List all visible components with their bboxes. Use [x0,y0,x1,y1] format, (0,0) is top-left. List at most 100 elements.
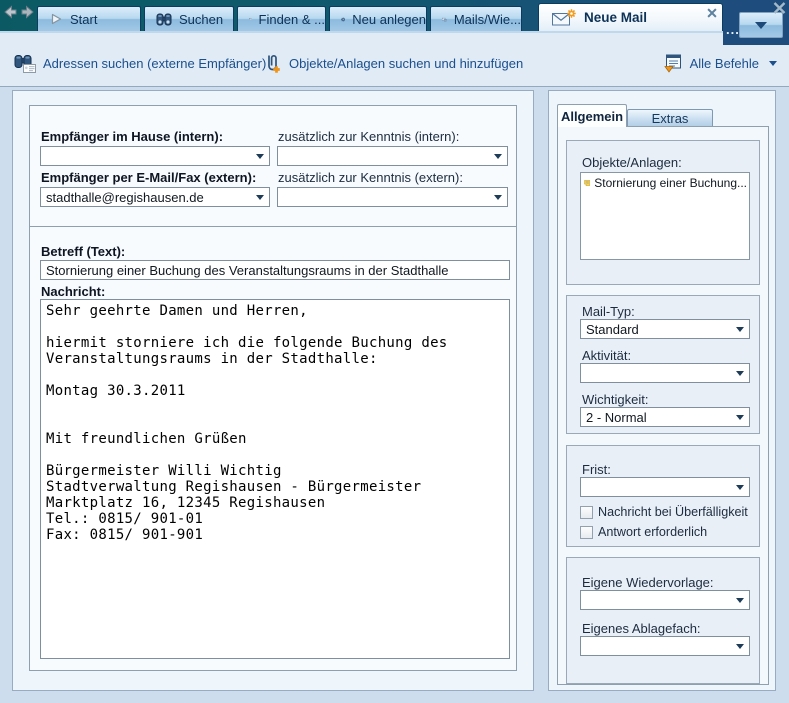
overdue-checkbox-row[interactable]: Nachricht bei Überfälligkeit [580,505,748,519]
recipient-external-value: stadthalle@regishausen.de [46,190,204,205]
mail-type-label: Mail-Typ: [582,304,635,319]
tab-suchen[interactable]: Suchen [144,6,234,31]
own-followup-select[interactable] [580,590,750,610]
close-window-icon[interactable] [773,2,786,14]
binoculars-icon [156,12,172,27]
mail-form-panel: Empfänger im Hause (intern): zusätzlich … [12,90,534,691]
binoculars-card-icon [14,54,36,73]
attachment-item[interactable]: Stornierung einer Buchung... [581,173,749,190]
paperclip-plus-icon [263,53,282,74]
mail-type-select[interactable]: Standard [580,319,750,339]
recipient-internal-label: Empfänger im Hause (intern): [41,129,223,144]
deadline-label: Frist: [582,462,611,477]
cc-internal-select[interactable] [277,146,508,166]
tab-label: Suchen [179,12,223,27]
properties-tab-content: Objekte/Anlagen: Stornierung einer Buchu… [557,126,769,685]
tab-finden[interactable]: Finden & ... [237,6,326,31]
tab-label: Extras [652,111,689,126]
application-window: Start Suchen Finden & ... [0,0,789,703]
message-label: Nachricht: [41,284,105,299]
tab-label: Mails/Wie... [454,12,521,27]
own-followup-label: Eigene Wiedervorlage: [582,575,714,590]
attachments-group: Objekte/Anlagen: Stornierung einer Buchu… [566,140,760,285]
overdue-checkbox-label: Nachricht bei Überfälligkeit [598,505,748,519]
cc-internal-label: zusätzlich zur Kenntnis (intern): [278,129,459,144]
importance-select[interactable]: 2 - Normal [580,407,750,427]
chevron-down-icon [736,415,744,420]
deadline-group: Frist: Nachricht bei Überfälligkeit Antw… [566,445,760,547]
chevron-down-icon [736,598,744,603]
recipient-external-select[interactable]: stadthalle@regishausen.de [40,187,270,207]
reply-required-checkbox-label: Antwort erforderlich [598,525,707,539]
chevron-down-icon [494,154,502,159]
mail-type-group: Mail-Typ: Standard Aktivität: Wichtigkei… [566,295,760,434]
tab-neue-mail-active[interactable]: Neue Mail [538,3,723,31]
tab-label: Start [70,12,97,27]
address-search-button[interactable]: Adressen suchen (externe Empfänger) [14,50,266,76]
tab-allgemein[interactable]: Allgemein [557,104,627,127]
chevron-down-icon [494,195,502,200]
reply-required-checkbox[interactable] [580,526,593,539]
overdue-checkbox[interactable] [580,506,593,519]
tab-label: Neu anlegen [352,12,426,27]
chevron-down-icon [736,327,744,332]
mail-star-icon [552,9,576,26]
subject-label: Betreff (Text): [41,244,125,259]
subject-input[interactable] [40,260,510,280]
recipient-external-label: Empfänger per E-Mail/Fax (extern): [41,170,256,185]
chevron-down-icon [769,61,777,66]
tab-label: Finden & ... [259,12,325,27]
tab-start[interactable]: Start [37,6,141,31]
tab-neu-anlegen[interactable]: Neu anlegen [329,6,427,31]
chevron-down-icon [736,644,744,649]
message-textarea[interactable]: Sehr geehrte Damen und Herren, hiermit s… [40,299,510,659]
toolbar-button-label: Adressen suchen (externe Empfänger) [43,56,266,71]
reply-required-checkbox-row[interactable]: Antwort erforderlich [580,525,707,539]
close-tab-icon[interactable] [707,8,717,18]
forward-icon[interactable] [20,5,35,19]
importance-label: Wichtigkeit: [582,392,648,407]
all-commands-button[interactable]: Alle Befehle [663,50,777,76]
toolbar-button-label: Objekte/Anlagen suchen und hinzufügen [289,56,523,71]
form-window-icon [249,12,252,26]
attach-object-button[interactable]: Objekte/Anlagen suchen und hinzufügen [263,50,523,76]
tab-overflow-area: ... [723,0,789,45]
message-group: Betreff (Text): Nachricht: Sehr geehrte … [29,226,517,671]
play-icon [49,12,63,26]
importance-value: 2 - Normal [586,410,647,425]
own-filing-label: Eigenes Ablagefach: [582,621,701,636]
activity-select[interactable] [580,363,750,383]
chevron-down-icon [256,154,264,159]
activity-label: Aktivität: [582,348,631,363]
tab-extras[interactable]: Extras [627,109,713,127]
tab-label: Allgemein [561,109,623,124]
tab-bar: Start Suchen Finden & ... [0,0,789,31]
tab-mails-wiedervorlagen[interactable]: Mails/Wie... [430,6,522,31]
cc-external-label: zusätzlich zur Kenntnis (extern): [278,170,463,185]
chevron-down-icon [755,22,767,29]
attachment-item-label: Stornierung einer Buchung... [594,176,747,190]
chevron-down-icon [736,485,744,490]
tab-overflow-ellipsis[interactable]: ... [726,22,740,37]
recipients-group: Empfänger im Hause (intern): zusätzlich … [29,105,517,227]
attachments-label: Objekte/Anlagen: [582,155,682,170]
chevron-down-icon [736,371,744,376]
back-icon[interactable] [3,5,18,19]
mail-calendar-icon [442,12,447,27]
attachments-listbox[interactable]: Stornierung einer Buchung... [580,172,750,260]
starburst-icon [341,12,345,27]
tab-label: Neue Mail [584,10,647,25]
yellow-note-icon [584,176,590,190]
cc-external-select[interactable] [277,187,508,207]
recipient-internal-select[interactable] [40,146,270,166]
properties-panel: Allgemein Extras Objekte/Anlagen: Storni… [548,90,776,691]
toolbar-button-label: Alle Befehle [690,56,759,71]
mail-type-value: Standard [586,322,639,337]
own-filing-select[interactable] [580,636,750,656]
command-list-icon [663,54,683,73]
tab-list-dropdown-button[interactable] [739,12,783,38]
chevron-down-icon [256,195,264,200]
followup-group: Eigene Wiedervorlage: Eigenes Ablagefach… [566,557,760,684]
deadline-select[interactable] [580,477,750,497]
toolbar: Adressen suchen (externe Empfänger) Obje… [0,31,789,87]
